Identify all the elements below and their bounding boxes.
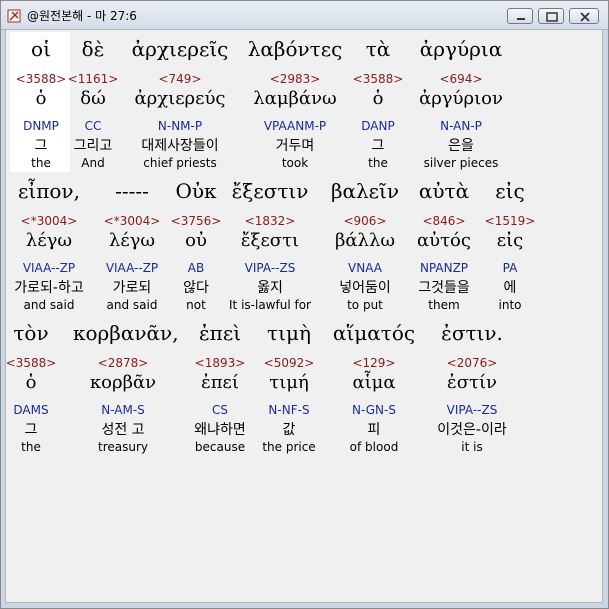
greek-word: εἰς <box>495 179 525 203</box>
lemma: ὁ <box>25 372 37 393</box>
greek-word: κορβανᾶν, <box>73 321 179 345</box>
korean-gloss: 그 <box>24 422 38 438</box>
strong-number[interactable]: <749> <box>130 72 230 86</box>
korean-gloss: 이것은-이라 <box>437 422 507 438</box>
morphology-code: CC <box>84 119 102 133</box>
lemma: κορβᾶν <box>89 372 157 393</box>
morphology-code: N-AN-P <box>440 119 482 133</box>
strong-number[interactable]: <2076> <box>422 356 522 370</box>
korean-gloss: 그리고 <box>73 138 113 154</box>
lemma: ἀργύριον <box>419 88 503 109</box>
greek-word: ἔξεστιν <box>231 179 309 203</box>
interlinear-view: οἱ <3588> ὁ DNMP 그 the δὲ <1161> δώ CC 그… <box>5 29 603 603</box>
lemma: αἷμα <box>352 372 396 393</box>
english-gloss: it is <box>461 440 483 454</box>
lemma: ἔξεστι <box>240 230 300 251</box>
morphology-code: DAMS <box>13 403 49 417</box>
morphology-code: VIPA--ZS <box>446 403 498 417</box>
korean-gloss: 대제사장들이 <box>141 138 219 154</box>
window-title: @원전본해 - 마 27:6 <box>27 9 137 23</box>
greek-word: ἀρχιερεῖς <box>131 37 229 61</box>
strong-number[interactable]: <129> <box>324 356 424 370</box>
morphology-code: PA <box>502 261 518 275</box>
title-bar[interactable]: @원전본해 - 마 27:6 <box>1 1 608 30</box>
english-gloss: into <box>498 298 522 312</box>
greek-word: ἐστιν. <box>441 321 503 345</box>
maximize-button[interactable] <box>538 8 564 24</box>
morphology-code: N-AM-S <box>101 403 145 417</box>
strong-number[interactable]: <1519> <box>460 214 560 228</box>
strong-number[interactable]: <3588> <box>0 356 81 370</box>
english-gloss: of blood <box>349 440 399 454</box>
korean-gloss: 성전 고 <box>101 422 145 438</box>
lemma: εἰς <box>496 230 524 251</box>
korean-gloss: 에 <box>503 280 517 296</box>
lemma: δώ <box>80 88 106 109</box>
strong-number[interactable]: <694> <box>411 72 511 86</box>
english-gloss: And <box>81 156 105 170</box>
close-button[interactable] <box>569 8 599 24</box>
app-logo-icon <box>7 8 21 23</box>
lemma: ἀρχιερεύς <box>134 88 226 109</box>
morphology-code: VIPA--ZS <box>244 261 296 275</box>
greek-word: αἵματός <box>332 321 416 345</box>
strong-number[interactable]: <1832> <box>220 214 320 228</box>
korean-gloss: 옳지 <box>257 280 283 296</box>
english-gloss: the <box>21 440 41 454</box>
minimize-button[interactable] <box>507 8 533 24</box>
morphology-code: N-GN-S <box>352 403 396 417</box>
english-gloss: chief priests <box>143 156 217 170</box>
lemma: ἐστίν <box>447 372 497 393</box>
greek-word: ἀργύρια <box>419 37 503 61</box>
english-gloss: treasury <box>97 440 148 454</box>
korean-gloss: 피 <box>367 422 381 438</box>
greek-word: δὲ <box>81 37 105 61</box>
morphology-code: N-NM-P <box>157 119 203 133</box>
korean-gloss: 은을 <box>448 138 474 154</box>
strong-number[interactable]: <1161> <box>43 72 143 86</box>
english-gloss: It is-lawful for <box>229 298 311 312</box>
strong-number[interactable]: <2878> <box>73 356 173 370</box>
greek-word: τὸν <box>13 321 49 345</box>
app-window: @원전본해 - 마 27:6 οἱ <3588> ὁ DNMP 그 the δὲ… <box>0 0 609 609</box>
english-gloss: silver pieces <box>423 156 499 170</box>
